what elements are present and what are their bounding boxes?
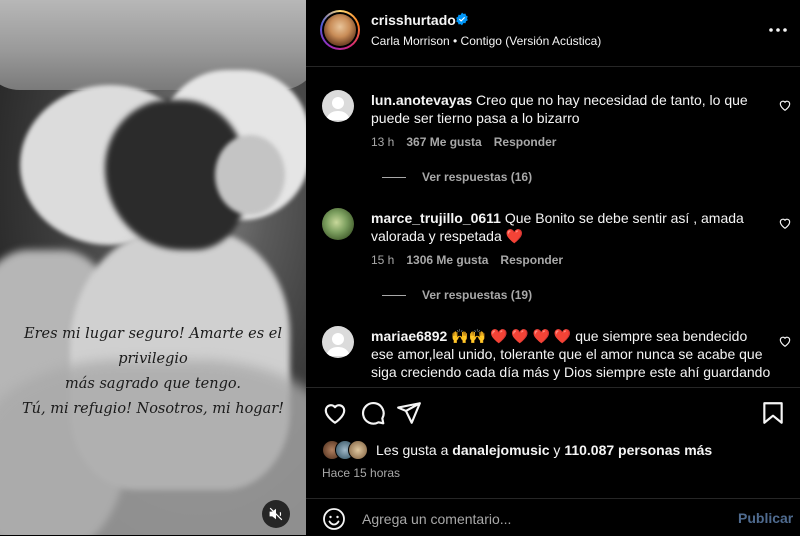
comment-body: siga creciendo cada día más y Dios siemp… bbox=[371, 364, 771, 380]
media-face bbox=[215, 135, 285, 215]
emoji-icon[interactable] bbox=[322, 507, 346, 531]
liker-username[interactable]: danalejomusic bbox=[452, 442, 549, 458]
like-comment-heart-icon[interactable] bbox=[778, 216, 792, 230]
caption-line: Eres mi lugar seguro! Amarte es el privi… bbox=[24, 326, 282, 367]
song-link[interactable]: Carla Morrison • Contigo (Versión Acústi… bbox=[371, 34, 601, 48]
liker-avatars bbox=[322, 440, 374, 460]
comment-body: ese amor,leal unido, tolerante que el am… bbox=[371, 346, 763, 362]
bookmark-icon[interactable] bbox=[760, 400, 786, 426]
comment-text: lun.anotevayas Creo que no hay necesidad… bbox=[371, 91, 771, 127]
likes-others[interactable]: 110.087 personas más bbox=[564, 442, 712, 458]
comment-likes[interactable]: 1306 Me gusta bbox=[406, 253, 488, 267]
mute-icon bbox=[269, 507, 283, 521]
view-replies-button[interactable]: Ver respuestas (19) bbox=[382, 288, 532, 302]
comments-list[interactable]: lun.anotevayas Creo que no hay necesidad… bbox=[306, 67, 800, 387]
caption-line: más sagrado que tengo. bbox=[65, 376, 241, 392]
view-replies-label: Ver respuestas (16) bbox=[422, 170, 533, 184]
verified-badge-icon bbox=[456, 12, 468, 26]
comment-input[interactable] bbox=[362, 509, 712, 529]
comment-body: valorada y respetada ❤️ bbox=[371, 228, 524, 244]
post-panel: crisshurtado Carla Morrison • Contigo (V… bbox=[306, 0, 800, 535]
comment-body: 🙌🙌 ❤️ ❤️ ❤️ ❤️ que siempre sea bendecido bbox=[451, 328, 748, 344]
view-replies-button[interactable]: Ver respuestas (16) bbox=[382, 170, 532, 184]
divider-line bbox=[382, 176, 406, 178]
comment-meta: 15 h 1306 Me gusta Responder bbox=[371, 253, 563, 267]
divider-line bbox=[382, 294, 406, 296]
post-media[interactable]: Eres mi lugar seguro! Amarte es el privi… bbox=[0, 0, 306, 535]
likes-summary[interactable]: Les gusta a danalejomusic y 110.087 pers… bbox=[322, 440, 712, 460]
comment-avatar[interactable] bbox=[322, 326, 354, 358]
caption-line: Tú, mi refugio! Nosotros, mi hogar! bbox=[21, 401, 284, 417]
view-replies-label: Ver respuestas (19) bbox=[422, 288, 533, 302]
comment-avatar[interactable] bbox=[322, 208, 354, 240]
post-header: crisshurtado Carla Morrison • Contigo (V… bbox=[306, 0, 800, 67]
reply-button[interactable]: Responder bbox=[494, 135, 557, 149]
author-avatar[interactable] bbox=[320, 10, 360, 50]
share-icon[interactable] bbox=[396, 400, 422, 426]
like-comment-heart-icon[interactable] bbox=[778, 98, 792, 112]
comment-text: mariae6892 🙌🙌 ❤️ ❤️ ❤️ ❤️ que siempre se… bbox=[371, 327, 771, 381]
post-actions: Les gusta a danalejomusic y 110.087 pers… bbox=[306, 387, 800, 488]
comment-body: Creo que no hay necesidad de tanto, lo q… bbox=[476, 92, 748, 108]
publish-button[interactable]: Publicar bbox=[738, 510, 793, 526]
comment-text: marce_trujillo_0611 Que Bonito se debe s… bbox=[371, 209, 771, 245]
comment-username[interactable]: mariae6892 bbox=[371, 328, 447, 344]
media-caption: Eres mi lugar seguro! Amarte es el privi… bbox=[0, 322, 306, 422]
post-time: Hace 15 horas bbox=[322, 466, 401, 480]
heart-icon[interactable] bbox=[322, 400, 348, 426]
mute-button[interactable] bbox=[262, 500, 290, 528]
comment-icon[interactable] bbox=[360, 400, 386, 426]
comment-meta: 13 h 367 Me gusta Responder bbox=[371, 135, 556, 149]
comment-time: 15 h bbox=[371, 253, 395, 267]
author-username[interactable]: crisshurtado bbox=[371, 12, 456, 28]
comment-username[interactable]: marce_trujillo_0611 bbox=[371, 210, 501, 226]
like-comment-heart-icon[interactable] bbox=[778, 334, 792, 348]
likes-text: Les gusta a danalejomusic y 110.087 pers… bbox=[376, 442, 713, 458]
comment-likes[interactable]: 367 Me gusta bbox=[406, 135, 481, 149]
more-icon[interactable] bbox=[768, 22, 788, 38]
comment-body: Que Bonito se debe sentir así , amada bbox=[504, 210, 744, 226]
comment-time: 13 h bbox=[371, 135, 395, 149]
comment-body: puede ser tierno pasa a lo bizarro bbox=[371, 110, 580, 126]
reply-button[interactable]: Responder bbox=[500, 253, 563, 267]
comment-avatar[interactable] bbox=[322, 90, 354, 122]
add-comment-bar: Publicar bbox=[306, 498, 800, 536]
comment-username[interactable]: lun.anotevayas bbox=[371, 92, 472, 108]
